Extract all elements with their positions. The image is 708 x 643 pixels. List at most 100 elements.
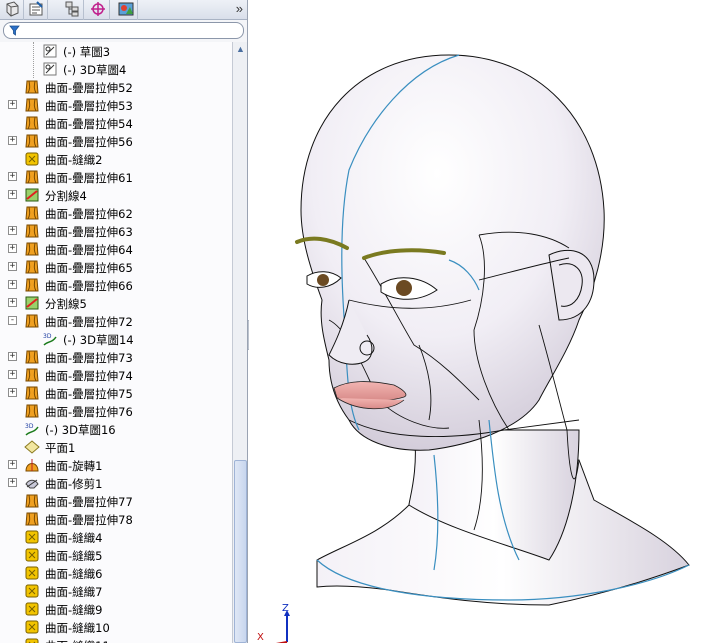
expand-toggle-icon[interactable]: + (8, 226, 17, 235)
tree-item[interactable]: (-) 草圖3 (0, 42, 232, 60)
tree-item-label: 曲面-疊層拉伸72 (45, 315, 133, 329)
tree-item[interactable]: + 曲面-旋轉1 (0, 456, 232, 474)
expand-toggle-icon[interactable]: + (8, 172, 17, 181)
tree-item-label: 曲面-疊層拉伸63 (45, 225, 133, 239)
svg-text:3D: 3D (43, 333, 52, 340)
tree-item-label: 曲面-疊層拉伸76 (45, 405, 133, 419)
expand-toggle-icon[interactable]: + (8, 100, 17, 109)
feature-tree: (-) 草圖3 (-) 3D草圖4 曲面-疊層拉伸52 + 曲面-疊層拉伸53 曲面-疊層… (0, 42, 232, 643)
expand-toggle-icon[interactable]: + (8, 460, 17, 469)
tree-filter[interactable] (3, 22, 244, 39)
knit-surface-icon (24, 151, 40, 167)
toolbar-overflow-button[interactable]: » (236, 1, 243, 16)
tree-item-label: 曲面-疊層拉伸74 (45, 369, 133, 383)
scroll-up-arrow-icon[interactable]: ▲ (234, 44, 247, 57)
expand-toggle-icon[interactable]: + (8, 280, 17, 289)
tree-item[interactable]: 3D (-) 3D草圖16 (0, 420, 232, 438)
expand-toggle-icon[interactable]: + (8, 388, 17, 397)
dimxpert-tab[interactable] (86, 0, 110, 20)
tree-item[interactable]: 曲面-疊層拉伸76 (0, 402, 232, 420)
tree-item-label: 曲面-疊層拉伸75 (45, 387, 133, 401)
tree-item[interactable]: + 曲面-疊層拉伸61 (0, 168, 232, 186)
tree-item-label: 曲面-疊層拉伸62 (45, 207, 133, 221)
tree-item[interactable]: 曲面-疊層拉伸52 (0, 78, 232, 96)
tree-item[interactable]: + 分割線4 (0, 186, 232, 204)
expand-toggle-icon[interactable]: + (8, 262, 17, 271)
loft-surface-icon (24, 223, 40, 239)
loft-surface-icon (24, 133, 40, 149)
panel-toolbar: » (0, 0, 247, 20)
tree-item[interactable]: - 曲面-疊層拉伸72 (0, 312, 232, 330)
graphics-viewport[interactable]: Z X (249, 0, 708, 643)
tree-item-label: (-) 草圖3 (63, 45, 111, 59)
split-line-icon (24, 295, 40, 311)
expand-toggle-icon[interactable]: + (8, 352, 17, 361)
scrollbar-thumb[interactable] (234, 460, 247, 643)
expand-toggle-icon[interactable]: + (8, 370, 17, 379)
tree-item[interactable]: 曲面-縫織7 (0, 582, 232, 600)
tree-item[interactable]: + 曲面-疊層拉伸66 (0, 276, 232, 294)
tree-item[interactable]: + 曲面-疊層拉伸75 (0, 384, 232, 402)
display-manager-tab[interactable] (114, 0, 138, 20)
tree-item[interactable]: 曲面-疊層拉伸77 (0, 492, 232, 510)
tree-item[interactable]: 曲面-疊層拉伸62 (0, 204, 232, 222)
feature-tree-icon (4, 0, 20, 20)
expand-toggle-icon[interactable]: + (8, 136, 17, 145)
tree-item[interactable]: 曲面-縫織2 (0, 150, 232, 168)
tree-item[interactable]: + 分割線5 (0, 294, 232, 312)
configuration-manager-tab[interactable] (60, 0, 84, 20)
tree-item-label: 曲面-縫織9 (45, 603, 103, 617)
tree-item[interactable]: 曲面-縫織5 (0, 546, 232, 564)
tree-item-label: 曲面-疊層拉伸56 (45, 135, 133, 149)
expand-toggle-icon[interactable]: + (8, 478, 17, 487)
tree-item[interactable]: (-) 3D草圖4 (0, 60, 232, 78)
triad-z-label: Z (282, 603, 289, 614)
tree-item[interactable]: 曲面-縫織10 (0, 618, 232, 636)
tree-item-label: 曲面-疊層拉伸53 (45, 99, 133, 113)
tree-item[interactable]: + 曲面-疊層拉伸64 (0, 240, 232, 258)
tree-item-label: 平面1 (45, 441, 76, 455)
tree-item[interactable]: + 曲面-疊層拉伸53 (0, 96, 232, 114)
knit-surface-icon (24, 601, 40, 617)
tree-item[interactable]: + 曲面-修剪1 (0, 474, 232, 492)
loft-surface-icon (24, 241, 40, 257)
loft-surface-icon (24, 511, 40, 527)
tree-item-label: 曲面-疊層拉伸61 (45, 171, 133, 185)
loft-surface-icon (24, 349, 40, 365)
tree-item[interactable]: + 曲面-疊層拉伸65 (0, 258, 232, 276)
tree-item[interactable]: + 曲面-疊層拉伸73 (0, 348, 232, 366)
tree-item[interactable]: + 曲面-疊層拉伸56 (0, 132, 232, 150)
tree-item-label: 曲面-疊層拉伸77 (45, 495, 133, 509)
tree-item[interactable]: 曲面-縫織4 (0, 528, 232, 546)
expand-toggle-icon[interactable]: + (8, 190, 17, 199)
expand-toggle-icon[interactable]: + (8, 298, 17, 307)
loft-surface-icon (24, 79, 40, 95)
expand-toggle-icon[interactable]: + (8, 244, 17, 253)
tree-item-label: 曲面-縫織4 (45, 531, 103, 545)
knit-surface-icon (24, 619, 40, 635)
feature-manager-tab[interactable] (0, 0, 24, 20)
tree-item[interactable]: 曲面-縫織9 (0, 600, 232, 618)
3d-sketch-icon: 3D (42, 331, 58, 347)
tree-item[interactable]: 3D (-) 3D草圖14 (0, 330, 232, 348)
collapse-toggle-icon[interactable]: - (8, 316, 17, 325)
property-icon (28, 0, 44, 20)
tree-item[interactable]: 平面1 (0, 438, 232, 456)
property-manager-tab[interactable] (24, 0, 48, 20)
sketch-icon (42, 61, 58, 77)
tree-item-label: (-) 3D草圖4 (63, 63, 127, 77)
tree-scrollbar[interactable]: ▲ (232, 42, 247, 643)
knit-surface-icon (24, 583, 40, 599)
tree-item[interactable]: + 曲面-疊層拉伸63 (0, 222, 232, 240)
svg-text:3D: 3D (25, 423, 34, 430)
tree-item-label: 曲面-疊層拉伸73 (45, 351, 133, 365)
tree-item[interactable]: 曲面-縫織6 (0, 564, 232, 582)
knit-surface-icon (24, 565, 40, 581)
tree-item[interactable]: + 曲面-疊層拉伸74 (0, 366, 232, 384)
tree-item[interactable]: 曲面-縫織11 (0, 636, 232, 643)
loft-surface-icon (24, 403, 40, 419)
tree-item[interactable]: 曲面-疊層拉伸78 (0, 510, 232, 528)
knit-surface-icon (24, 547, 40, 563)
tree-item[interactable]: 曲面-疊層拉伸54 (0, 114, 232, 132)
tree-item-label: 分割線5 (45, 297, 87, 311)
